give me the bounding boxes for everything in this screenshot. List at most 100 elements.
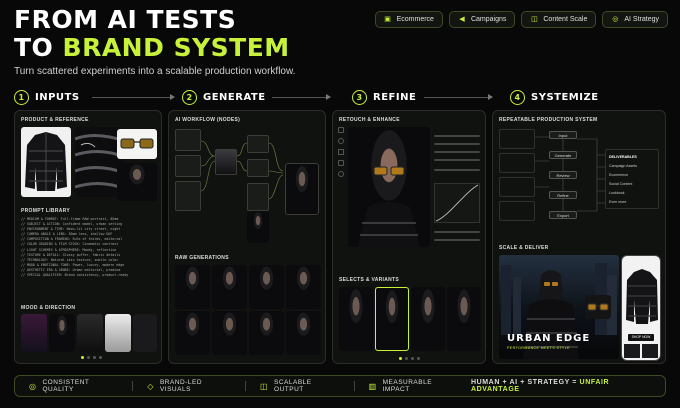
step-systemize: 4 SYSTEMIZE bbox=[510, 90, 599, 105]
page-subtitle: Turn scattered experiments into a scalab… bbox=[14, 66, 296, 77]
tool-icon[interactable] bbox=[338, 127, 344, 133]
pipeline-node[interactable]: Generate bbox=[549, 151, 577, 159]
mood-image bbox=[133, 314, 157, 352]
carousel-dots[interactable] bbox=[399, 357, 420, 360]
tag-ai-strategy[interactable]: ◎ AI Strategy bbox=[602, 11, 668, 28]
raw-generation-thumb[interactable] bbox=[249, 311, 284, 355]
select-image[interactable] bbox=[339, 287, 373, 351]
pipeline-node[interactable]: Input bbox=[549, 131, 577, 139]
raw-generation-thumb[interactable] bbox=[212, 265, 247, 309]
slider[interactable] bbox=[434, 239, 480, 241]
curves-graph[interactable] bbox=[434, 183, 480, 223]
workflow-node[interactable] bbox=[247, 159, 269, 177]
raw-generation-thumb[interactable] bbox=[175, 265, 210, 309]
raw-generation-thumb[interactable] bbox=[212, 311, 247, 355]
panel-generate: AI WORKFLOW (NODES) RAW GENERATIONS bbox=[168, 110, 326, 364]
tag-campaigns[interactable]: ◀ Campaigns bbox=[448, 11, 516, 28]
deliverable-item: Even more bbox=[609, 200, 627, 204]
pipeline-nodes: Input Generate Review Refine Export bbox=[549, 131, 577, 229]
shop-now-button[interactable]: SHOP NOW bbox=[628, 334, 654, 341]
model-reference-image bbox=[117, 163, 157, 201]
footer-bar: ◎ CONSISTENT QUALITY ◇ BRAND-LED VISUALS ◫… bbox=[14, 375, 666, 397]
tag-ecommerce[interactable]: ▣ Ecommerce bbox=[374, 11, 443, 28]
workflow-output-image bbox=[285, 163, 319, 215]
title-line-2: TO BRAND SYSTEM bbox=[14, 34, 290, 62]
stage-note-card bbox=[499, 129, 535, 149]
workflow-node[interactable] bbox=[175, 129, 201, 151]
workflow-node[interactable] bbox=[247, 183, 269, 211]
divider bbox=[353, 381, 355, 391]
jacket-image bbox=[21, 127, 71, 197]
megaphone-icon: ◀ bbox=[459, 15, 465, 23]
step-number: 3 bbox=[352, 90, 367, 105]
select-image[interactable] bbox=[411, 287, 445, 351]
footer-label: CONSISTENT QUALITY bbox=[42, 379, 90, 393]
arrow-icon bbox=[272, 94, 331, 100]
raw-generation-thumb[interactable] bbox=[286, 311, 321, 355]
banner-title: URBAN EDGE bbox=[507, 333, 591, 344]
footer-item-quality: ◎ CONSISTENT QUALITY bbox=[29, 379, 118, 393]
mood-image bbox=[21, 314, 47, 352]
select-image[interactable] bbox=[447, 287, 481, 351]
glasses-product-card bbox=[585, 295, 611, 319]
chart-icon: ▥ bbox=[368, 381, 377, 391]
footer-item-impact: ▥ MEASURABLE IMPACT bbox=[369, 379, 457, 393]
cart-icon: ▣ bbox=[384, 15, 391, 23]
tool-icon[interactable] bbox=[338, 149, 344, 155]
section-title-raw: RAW GENERATIONS bbox=[175, 255, 229, 261]
arrow-icon bbox=[424, 94, 493, 100]
workflow-node[interactable] bbox=[175, 181, 201, 211]
tool-icon[interactable] bbox=[338, 160, 344, 166]
tag-bar: ▣ Ecommerce ◀ Campaigns ◫ Content Scale ◎ AI… bbox=[374, 11, 668, 28]
slider[interactable] bbox=[434, 143, 480, 145]
step-label: GENERATE bbox=[203, 92, 266, 103]
step-label: REFINE bbox=[373, 92, 417, 103]
tool-icon[interactable] bbox=[338, 138, 344, 144]
select-image[interactable] bbox=[375, 287, 409, 351]
panel-inputs: PRODUCT & REFERENCE PROMPT LIBRARY // ME… bbox=[14, 110, 162, 364]
raw-generation-thumb[interactable] bbox=[249, 265, 284, 309]
sunglasses-image bbox=[117, 129, 157, 159]
slider[interactable] bbox=[434, 135, 480, 137]
phone-thumb bbox=[642, 344, 658, 358]
step-label: SYSTEMIZE bbox=[531, 92, 599, 103]
workflow-preview-image bbox=[247, 211, 269, 243]
retouch-main-image bbox=[348, 127, 430, 247]
workflow-node[interactable] bbox=[247, 135, 269, 153]
carousel-dots[interactable] bbox=[81, 356, 102, 359]
section-title-scale: SCALE & DELIVER bbox=[499, 245, 549, 251]
adjustment-panel bbox=[434, 129, 482, 247]
slider[interactable] bbox=[434, 159, 480, 161]
slider[interactable] bbox=[434, 151, 480, 153]
step-number: 4 bbox=[510, 90, 525, 105]
stage-note-card bbox=[499, 201, 535, 221]
stage-note-card bbox=[499, 177, 535, 197]
stage-note-card bbox=[499, 153, 535, 173]
slider[interactable] bbox=[434, 231, 480, 233]
tag-label: AI Strategy bbox=[624, 16, 659, 23]
target-icon: ◎ bbox=[29, 381, 37, 391]
workflow-node[interactable] bbox=[215, 149, 237, 175]
step-number: 1 bbox=[14, 90, 29, 105]
panel-refine: RETOUCH & ENHANCE SELECTS & VARIANTS bbox=[332, 110, 486, 364]
pipeline-node[interactable]: Review bbox=[549, 171, 577, 179]
title-word-to: TO bbox=[14, 33, 54, 62]
slider[interactable] bbox=[434, 169, 480, 171]
target-icon: ◎ bbox=[612, 15, 619, 23]
raw-generation-thumb[interactable] bbox=[175, 311, 210, 355]
pipeline-node[interactable]: Export bbox=[549, 211, 577, 219]
workflow-node[interactable] bbox=[175, 155, 201, 177]
section-title-selects: SELECTS & VARIANTS bbox=[339, 277, 400, 283]
tool-icon[interactable] bbox=[338, 171, 344, 177]
prompt-line: // SPECIAL QUALIFIER: Brand consistency,… bbox=[21, 273, 129, 278]
tag-content-scale[interactable]: ◫ Content Scale bbox=[521, 11, 597, 28]
raw-generation-thumb[interactable] bbox=[286, 265, 321, 309]
footer-label: SCALABLE OUTPUT bbox=[274, 379, 312, 393]
footer-label: BRAND-LED VISUALS bbox=[159, 379, 203, 393]
prompt-list: // MEDIUM & FORMAT: Full-frame RAW portr… bbox=[21, 217, 159, 278]
title-line-1: FROM AI TESTS bbox=[14, 5, 237, 34]
diamond-icon: ◇ bbox=[147, 381, 154, 391]
deliverable-item: Ecommerce bbox=[609, 173, 629, 177]
pipeline-node[interactable]: Refine bbox=[549, 191, 577, 199]
footer-tagline: HUMAN + AI + STRATEGY = UNFAIR ADVANTAGE bbox=[471, 379, 651, 393]
